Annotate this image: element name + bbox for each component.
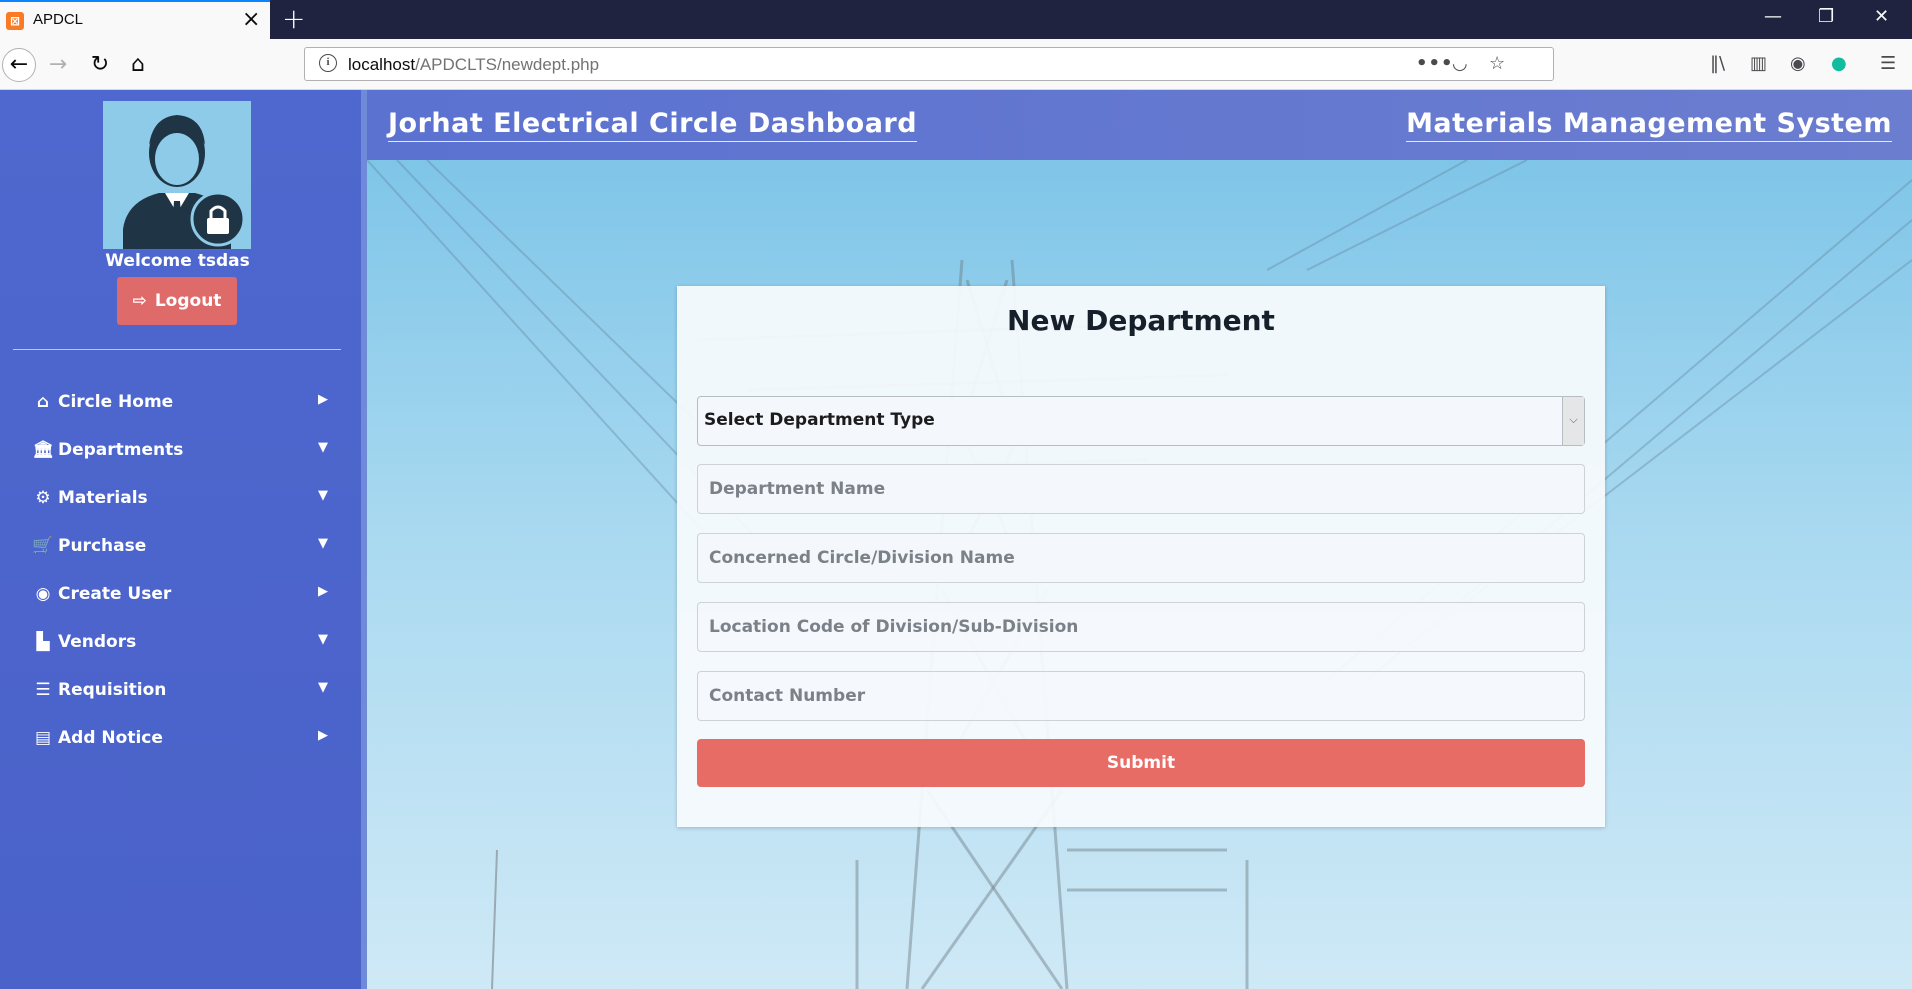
extension-icon[interactable]: ●: [1831, 53, 1847, 74]
browser-tab-strip: ⊠ APDCL × + — ❐ ✕: [0, 0, 1912, 39]
page-header: Jorhat Electrical Circle Dashboard Mater…: [367, 90, 1912, 160]
home-icon: ⌂: [36, 392, 50, 412]
page-actions-icon[interactable]: •••: [1416, 53, 1454, 74]
new-tab-icon[interactable]: +: [282, 2, 305, 35]
tab-close-icon[interactable]: ×: [242, 7, 260, 32]
window-close-icon[interactable]: ✕: [1874, 6, 1889, 27]
industry-icon: ▙: [36, 632, 50, 652]
sidebar-item-circle-home[interactable]: ⌂ Circle Home ▶: [32, 384, 328, 424]
logout-button[interactable]: ⇨ Logout: [117, 277, 237, 325]
bank-icon: 🏛: [32, 440, 54, 460]
select-value: Select Department Type: [704, 410, 935, 430]
url-bar[interactable]: i localhost/APDCLTS/newdept.php ••• ◡ ☆: [304, 47, 1554, 81]
circle-division-name-input[interactable]: [697, 533, 1585, 583]
department-type-select[interactable]: Select Department Type ⌵: [697, 396, 1585, 446]
sidebar-item-add-notice[interactable]: ▤ Add Notice ▶: [32, 720, 328, 760]
sidebar-item-purchase[interactable]: 🛒 Purchase ▼: [32, 528, 328, 568]
cart-icon: 🛒: [32, 536, 54, 556]
back-arrow-icon[interactable]: ←: [2, 48, 36, 82]
form-title: New Department: [1007, 304, 1275, 337]
submit-button[interactable]: Submit: [697, 739, 1585, 787]
account-avatar-icon[interactable]: ◉: [1790, 53, 1806, 74]
reload-icon[interactable]: ↻: [84, 49, 116, 81]
sidebar-divider: [13, 349, 341, 350]
hamburger-menu-icon[interactable]: ☰: [1880, 53, 1896, 74]
user-circle-icon: ◉: [35, 584, 51, 604]
caret-down-icon: ▼: [318, 680, 328, 695]
admin-user-icon: [103, 101, 251, 249]
bookmark-star-icon[interactable]: ☆: [1489, 53, 1505, 74]
list-icon: ☰: [35, 680, 51, 700]
sidebar-item-create-user[interactable]: ◉ Create User ▶: [32, 576, 328, 616]
pocket-icon[interactable]: ◡: [1452, 53, 1468, 74]
caret-down-icon: ▼: [318, 488, 328, 503]
dashboard-title: Jorhat Electrical Circle Dashboard: [388, 108, 918, 142]
sidebar-item-materials[interactable]: ⚙ Materials ▼: [32, 480, 328, 520]
restore-icon[interactable]: ❐: [1818, 6, 1834, 27]
welcome-text: Welcome tsdas: [105, 251, 250, 271]
newspaper-icon: ▤: [34, 728, 52, 748]
sign-out-icon: ⇨: [132, 291, 147, 311]
caret-down-icon: ▼: [318, 632, 328, 647]
browser-toolbar: ← → ↻ ⌂ i localhost/APDCLTS/newdept.php …: [0, 39, 1912, 90]
sidebar-toggle-icon[interactable]: ▥: [1750, 53, 1767, 74]
sidebar-item-requisition[interactable]: ☰ Requisition ▼: [32, 672, 328, 712]
location-code-input[interactable]: [697, 602, 1585, 652]
minimize-icon[interactable]: —: [1764, 6, 1782, 27]
url-text[interactable]: localhost/APDCLTS/newdept.php: [348, 55, 599, 75]
site-info-icon[interactable]: i: [319, 54, 337, 72]
page-viewport: Welcome tsdas ⇨ Logout ⌂ Circle Home ▶ 🏛 …: [0, 90, 1912, 989]
chevron-down-icon: ⌵: [1562, 397, 1584, 445]
sidebar-item-vendors[interactable]: ▙ Vendors ▼: [32, 624, 328, 664]
xampp-favicon-icon: ⊠: [6, 12, 24, 30]
system-title: Materials Management System: [1406, 108, 1892, 142]
user-avatar: [103, 101, 251, 249]
logout-label: Logout: [154, 291, 222, 311]
contact-number-input[interactable]: [697, 671, 1585, 721]
sidebar: Welcome tsdas ⇨ Logout ⌂ Circle Home ▶ 🏛 …: [0, 90, 361, 989]
home-icon[interactable]: ⌂: [122, 49, 154, 81]
library-icon[interactable]: ‖\: [1710, 53, 1725, 74]
caret-down-icon: ▼: [318, 440, 328, 455]
forward-arrow-icon[interactable]: →: [42, 49, 74, 81]
caret-right-icon: ▶: [318, 728, 328, 743]
tab-title: APDCL: [33, 11, 84, 28]
browser-tab[interactable]: ⊠ APDCL ×: [0, 0, 270, 39]
department-name-input[interactable]: [697, 464, 1585, 514]
caret-right-icon: ▶: [318, 392, 328, 407]
sidebar-border: [361, 90, 367, 989]
caret-down-icon: ▼: [318, 536, 328, 551]
new-department-form: New Department Select Department Type ⌵ …: [677, 286, 1605, 827]
caret-right-icon: ▶: [318, 584, 328, 599]
gears-icon: ⚙: [35, 488, 51, 508]
sidebar-item-departments[interactable]: 🏛 Departments ▼: [32, 432, 328, 472]
